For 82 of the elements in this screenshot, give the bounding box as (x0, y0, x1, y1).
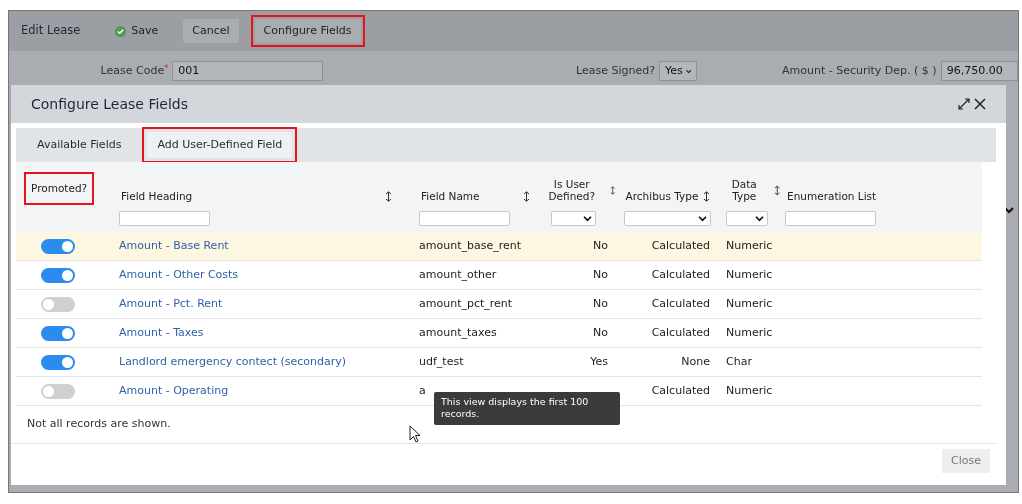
filter-field[interactable] (419, 211, 510, 226)
table-cell: amount_pct_rent (419, 296, 513, 310)
sort-icon[interactable] (703, 191, 711, 203)
table-row[interactable]: Amount - Base Rent amount_base_rent No Calculated Numeric (16, 232, 982, 261)
close-icon[interactable] (974, 98, 986, 110)
field-heading-link[interactable]: Amount - Other Costs (119, 267, 239, 281)
table-cell: Calculated (651, 383, 710, 397)
table-row[interactable]: Amount - Pct. Rent amount_pct_rent No Calculated Numeric (16, 290, 982, 319)
table-cell: amount_taxes (419, 325, 497, 339)
column-header: Is User Defined? (547, 177, 596, 203)
field-label: Lease Signed? (575, 62, 657, 79)
tooltip: This view displays the first 100 records. (434, 392, 620, 425)
required-mark: * (164, 63, 169, 73)
toggle-switch[interactable] (41, 267, 75, 283)
table-row[interactable]: Landlord emergency contect (secondary) udf_test Yes None Char (16, 348, 982, 377)
toggle-switch[interactable] (41, 296, 75, 312)
select-field[interactable]: Yes (659, 61, 698, 81)
toggle-switch[interactable] (41, 238, 75, 254)
column-header: Data Type (730, 177, 758, 203)
table-cell: Calculated (651, 238, 710, 252)
table-cell: Yes (590, 354, 608, 368)
table-cell: Numeric (726, 238, 773, 252)
table-cell: Calculated (651, 296, 710, 310)
toggle-switch[interactable] (41, 325, 75, 341)
table-cell: amount_base_rent (419, 238, 521, 252)
caret-icon (698, 215, 707, 222)
column-header: Field Heading (121, 190, 193, 203)
check-icon (115, 25, 127, 37)
table-cell: Calculated (651, 267, 710, 281)
maximize-icon[interactable] (958, 98, 970, 110)
table-cell: udf_test (419, 354, 464, 368)
field-heading-link[interactable]: Amount - Base Rent (119, 238, 229, 252)
caret-icon (755, 215, 764, 222)
toolbar-button[interactable]: Cancel (183, 18, 239, 44)
filter-select[interactable] (551, 211, 596, 226)
table-cell: a (419, 383, 426, 397)
save-button[interactable]: Save (106, 18, 168, 44)
column-header: Enumeration List (787, 190, 877, 203)
field-label: Amount - Security Dep. ( $ ) (781, 62, 938, 79)
field-heading-link[interactable]: Amount - Operating (119, 383, 229, 397)
filter-field[interactable] (785, 211, 876, 226)
table-cell: Numeric (726, 383, 773, 397)
toggle-switch[interactable] (41, 354, 75, 370)
table-row[interactable]: Amount - Taxes amount_taxes No Calculated Numeric (16, 319, 982, 348)
field-label: Lease Code* (99, 62, 170, 79)
column-header: Field Name (421, 190, 480, 203)
table-cell: Numeric (726, 296, 773, 310)
table-cell: Numeric (726, 267, 773, 281)
field-heading-link[interactable]: Amount - Taxes (119, 325, 204, 339)
filter-field[interactable] (119, 211, 210, 226)
caret-icon (1004, 206, 1014, 214)
caret-icon (583, 215, 592, 222)
toolbar-button[interactable]: Configure Fields (254, 18, 361, 44)
tab[interactable]: Add User-Defined Field (147, 131, 293, 159)
column-header: Archibus Type (625, 190, 699, 203)
close-button[interactable]: Close (942, 448, 990, 473)
caret-icon (685, 67, 692, 75)
tab[interactable]: Available Fields (27, 131, 132, 159)
table-cell: Char (726, 354, 752, 368)
table-cell: Calculated (651, 325, 710, 339)
table-cell: Numeric (726, 325, 773, 339)
toggle-switch[interactable] (41, 383, 75, 399)
table-row[interactable]: Amount - Other Costs amount_other No Calculated Numeric (16, 261, 982, 290)
dialog-title: Configure Lease Fields (31, 94, 188, 114)
table-cell: No (593, 238, 608, 252)
filter-select[interactable] (726, 211, 768, 226)
table-cell: amount_other (419, 267, 497, 281)
table-cell: None (681, 354, 710, 368)
input-field[interactable]: 001 (172, 61, 324, 81)
sort-icon[interactable] (610, 184, 616, 196)
input-field[interactable]: 96,750.00 (940, 61, 1018, 81)
sort-icon[interactable] (773, 184, 780, 196)
table-cell: No (593, 325, 608, 339)
cursor-icon (409, 425, 421, 443)
table-cell: No (593, 267, 608, 281)
column-header: Promoted? (31, 182, 88, 195)
toolbar-title: Edit Lease (21, 22, 81, 40)
field-heading-link[interactable]: Amount - Pct. Rent (119, 296, 223, 310)
sort-icon[interactable] (385, 191, 392, 203)
table-cell: No (593, 296, 608, 310)
sort-icon[interactable] (523, 191, 530, 203)
field-heading-link[interactable]: Landlord emergency contect (secondary) (119, 354, 347, 368)
